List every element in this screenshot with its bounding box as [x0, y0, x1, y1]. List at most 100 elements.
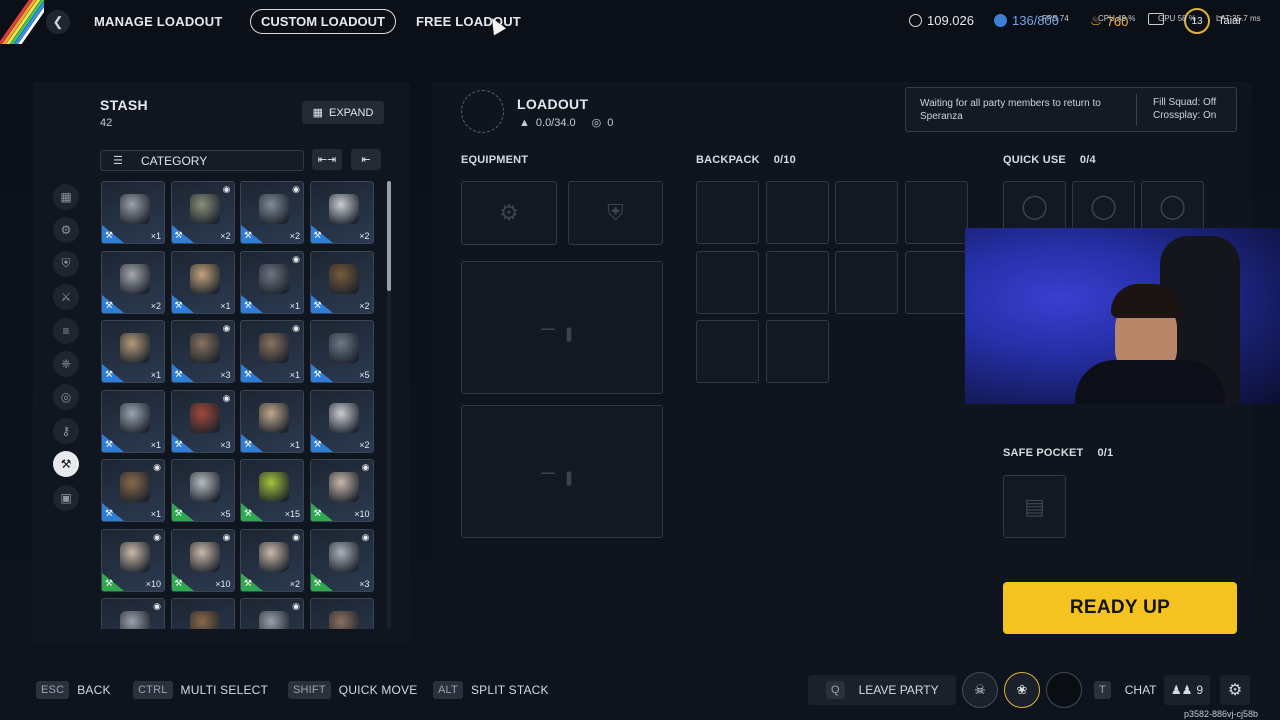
empty-party-slot[interactable] [1046, 672, 1082, 708]
item-image [189, 194, 220, 224]
stash-item[interactable]: ⚒ ×15 [240, 459, 304, 522]
eye-icon: ◉ [222, 531, 231, 542]
stash-item[interactable]: ◉ ⚒ ×3 [309, 528, 374, 592]
hint-label: MULTI SELECT [180, 683, 269, 697]
quick-use-slot[interactable]: ◯ [1003, 181, 1066, 231]
shield-slot[interactable]: ⛨ [568, 181, 663, 245]
stash-item[interactable]: ⚒ ×1 [101, 181, 165, 244]
backpack-slot[interactable] [765, 181, 829, 244]
stash-item[interactable]: ⚒ ×2 [309, 389, 374, 453]
stash-scrollbar[interactable] [387, 181, 391, 629]
stash-item[interactable]: ◉ ⚒ ×1 [101, 459, 165, 522]
backpack-slot[interactable] [696, 320, 759, 383]
weapon-slot-1[interactable]: ⎯╻ [461, 261, 663, 394]
augment-slot[interactable]: ⚙ [461, 181, 557, 245]
backpack-slot[interactable] [904, 181, 968, 244]
wrench-icon: ⚒ [313, 438, 322, 449]
fill-squad-status[interactable]: Fill Squad: Off [1153, 97, 1216, 108]
category-weapon-button[interactable]: ⚔ [53, 284, 79, 311]
stash-item[interactable]: ◉ ⚒ ×10 [101, 528, 165, 592]
top-bar: ❮ MANAGE LOADOUT CUSTOM LOADOUT FREE LOA… [0, 0, 1280, 44]
key-q: Q [826, 681, 845, 699]
item-image [259, 541, 289, 572]
stash-item[interactable]: ◉ ⚒ ×3 [170, 389, 235, 453]
quick-use-slot[interactable]: ◯ [1141, 181, 1204, 231]
weapon-slot-2[interactable]: ⎯╻ [461, 405, 663, 538]
quick-use-slot[interactable]: ◯ [1072, 181, 1135, 231]
category-filter[interactable]: ☰ CATEGORY [100, 150, 304, 171]
item-quantity: ×1 [289, 370, 300, 380]
collapse-all-button[interactable]: ⇤⇥ [312, 149, 342, 170]
equipment-label: EQUIPMENT [461, 154, 529, 166]
filter-icon: ☰ [113, 155, 123, 167]
item-image [189, 541, 220, 572]
quick-use-header: QUICK USE 0/4 [1003, 154, 1096, 166]
chevron-left-icon: ❮ [52, 14, 64, 29]
grid-icon: ▦ [312, 107, 323, 119]
stash-item[interactable]: ◉ ⚒ ×1 [240, 320, 304, 383]
category-grid-button[interactable]: ▦ [53, 184, 79, 210]
stash-item[interactable]: ◉ ⚒ ×2 [240, 528, 304, 592]
back-arrow-button[interactable]: ❮ [46, 10, 70, 34]
sort-icon: ⇤ [361, 154, 371, 166]
stash-item[interactable]: ⚒ [309, 598, 374, 629]
ready-up-button[interactable]: READY UP [1003, 582, 1237, 634]
tab-manage-loadout[interactable]: MANAGE LOADOUT [94, 14, 222, 29]
friends-button[interactable]: ♟♟ 9 [1164, 675, 1210, 705]
backpack-slot[interactable] [696, 250, 759, 314]
party-member-avatar[interactable]: ❀ [1004, 672, 1040, 708]
stash-item[interactable]: ◉ ⚒ ×2 [240, 181, 304, 244]
stash-item[interactable]: ⚒ ×2 [101, 250, 165, 314]
stash-item[interactable]: ⚒ ×2 [309, 250, 374, 314]
stash-item[interactable]: ⚒ ×2 [309, 181, 374, 244]
backpack-slot[interactable] [904, 250, 968, 314]
stash-item[interactable]: ⚒ [170, 598, 235, 629]
backpack-slot[interactable] [835, 181, 898, 244]
category-gear-button[interactable]: ❈ [53, 351, 79, 377]
settings-button[interactable]: ⚙ [1220, 675, 1250, 705]
crossplay-status[interactable]: Crossplay: On [1153, 110, 1216, 121]
stash-item[interactable]: ⚒ ×1 [170, 250, 235, 314]
stash-item[interactable]: ⚒ ×5 [170, 459, 235, 522]
snake-icon: ❀ [1016, 682, 1028, 697]
category-cube-button[interactable]: ▣ [53, 484, 79, 511]
scrollbar-thumb[interactable] [387, 181, 391, 291]
hint-multi-select[interactable]: CTRL MULTI SELECT [133, 681, 268, 699]
stash-item[interactable]: ⚒ ×1 [101, 389, 165, 453]
safe-pocket-count: 0/1 [1097, 447, 1114, 459]
item-quantity: ×1 [220, 300, 231, 311]
item-quantity: ×1 [289, 439, 300, 450]
backpack-slot[interactable] [765, 320, 829, 383]
wrench-icon: ⚒ [313, 577, 322, 588]
stash-item[interactable]: ◉⚒ [101, 598, 165, 629]
stash-item[interactable]: ◉ ⚒ ×1 [240, 250, 304, 314]
category-key-button[interactable]: ⚷ [53, 417, 79, 444]
tab-custom-loadout[interactable]: CUSTOM LOADOUT [250, 9, 396, 34]
category-shield-button[interactable]: ⛨ [53, 250, 79, 277]
sort-button[interactable]: ⇤ [351, 149, 381, 170]
stash-item[interactable]: ◉ ⚒ ×10 [309, 459, 374, 522]
safe-pocket-slot[interactable]: ▤ [1003, 475, 1066, 538]
stash-item[interactable]: ⚒ ×1 [101, 320, 165, 383]
chat-button[interactable]: T CHAT [1090, 675, 1160, 705]
key-ctrl: CTRL [133, 681, 173, 699]
hint-split-stack[interactable]: ALT SPLIT STACK [433, 681, 549, 699]
hint-quick-move[interactable]: SHIFT QUICK MOVE [288, 681, 417, 699]
category-wrench-button[interactable]: ⚒ [53, 451, 79, 478]
backpack-slot[interactable] [696, 181, 759, 244]
circle-slot-icon: ◯ [1090, 192, 1117, 220]
stash-item[interactable]: ⚒ ×5 [309, 320, 374, 383]
backpack-slot[interactable] [835, 250, 898, 314]
backpack-slot[interactable] [765, 250, 829, 314]
party-member-avatar[interactable]: ☠ [962, 672, 998, 708]
loadout-avatar-icon[interactable] [461, 90, 504, 133]
hint-back[interactable]: ESC BACK [36, 681, 111, 699]
stash-item[interactable]: ⚒ ×1 [240, 389, 304, 453]
stash-item[interactable]: ◉ ⚒ ×2 [170, 181, 235, 244]
stash-item[interactable]: ◉ ⚒ ×10 [170, 528, 235, 592]
stash-item[interactable]: ◉ ⚒ ×3 [170, 320, 235, 383]
leave-party-button[interactable]: Q LEAVE PARTY [808, 675, 956, 705]
stash-item[interactable]: ◉⚒ [240, 598, 304, 629]
expand-button[interactable]: ▦ EXPAND [302, 101, 384, 124]
category-ammo-button[interactable]: ≡ [53, 317, 79, 344]
